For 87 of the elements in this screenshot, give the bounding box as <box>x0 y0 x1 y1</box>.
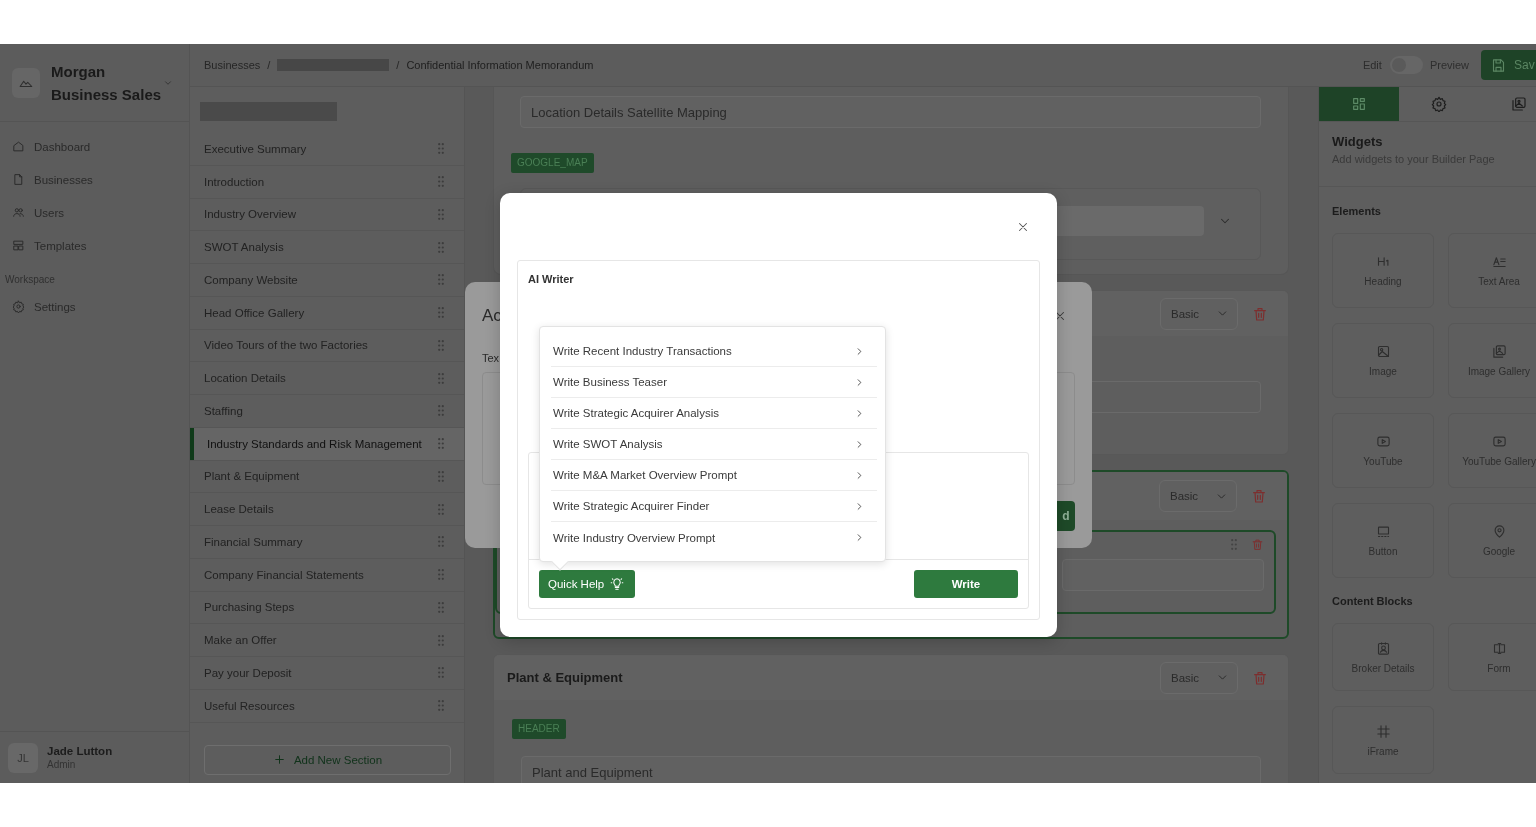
drag-handle-icon[interactable] <box>438 438 444 450</box>
section-item[interactable]: Purchasing Steps <box>190 591 464 625</box>
settings-icon <box>1431 96 1447 112</box>
prompt-menu-item[interactable]: Write SWOT Analysis <box>551 429 877 460</box>
card-title: AI Writer <box>528 273 574 285</box>
trash-icon <box>1251 488 1267 504</box>
drag-handle-icon[interactable] <box>438 208 444 220</box>
breadcrumb-current: Confidential Information Memorandum <box>406 59 594 71</box>
section-item[interactable]: Company Financial Statements <box>190 558 464 592</box>
section-item[interactable]: Lease Details <box>190 493 464 526</box>
section-item[interactable]: Financial Summary <box>190 526 464 559</box>
drag-handle-icon[interactable] <box>438 569 444 581</box>
play-icon <box>1375 434 1391 449</box>
drag-handle-icon[interactable] <box>438 372 444 384</box>
save-button[interactable]: Sav <box>1481 50 1536 80</box>
section-item[interactable]: Company Website <box>190 264 464 297</box>
drag-handle-icon[interactable] <box>438 700 444 712</box>
section-item[interactable]: Useful Resources <box>190 689 464 723</box>
form-field-icon <box>1491 640 1507 656</box>
chevron-right-icon <box>854 500 865 512</box>
document-icon <box>12 173 25 186</box>
prompt-menu-item[interactable]: Write M&A Market Overview Prompt <box>551 460 877 491</box>
grid-icon <box>1351 96 1367 112</box>
button-shape-icon <box>1375 524 1391 539</box>
images-icon <box>1491 344 1507 359</box>
write-button[interactable]: Write <box>914 570 1018 598</box>
section-item[interactable]: SWOT Analysis <box>190 231 464 264</box>
group-heading: Elements <box>1331 204 1382 219</box>
section-item[interactable]: Executive Summary <box>190 133 464 166</box>
section-item[interactable]: Industry Overview <box>190 198 464 232</box>
drag-handle-icon[interactable] <box>438 339 444 351</box>
drag-handle-icon[interactable] <box>438 601 444 613</box>
trash-icon <box>1252 305 1268 322</box>
breadcrumb-separator: / <box>267 59 271 71</box>
prompt-menu-item[interactable]: Write Strategic Acquirer Finder <box>551 491 877 522</box>
drag-handle-icon[interactable] <box>1231 539 1237 550</box>
users-icon <box>12 206 25 219</box>
plus-icon <box>272 753 286 766</box>
prompt-menu-item[interactable]: Write Recent Industry Transactions <box>551 336 877 367</box>
drag-handle-icon[interactable] <box>438 274 444 286</box>
prompt-menu-item[interactable]: Write Industry Overview Prompt <box>551 522 877 553</box>
close-icon <box>1016 220 1030 234</box>
quick-help-button[interactable]: Quick Help <box>539 570 635 598</box>
group-heading: Content Blocks <box>1331 594 1414 609</box>
layout-icon <box>12 239 25 252</box>
prompt-menu-item[interactable]: Write Strategic Acquirer Analysis <box>551 398 877 429</box>
drag-handle-icon[interactable] <box>438 307 444 319</box>
play-icon <box>1491 434 1507 449</box>
section-item[interactable]: Industry Standards and Risk Management <box>190 427 464 461</box>
section-item[interactable]: Head Office Gallery <box>190 296 464 330</box>
drag-handle-icon[interactable] <box>438 405 444 417</box>
section-title: Plant & Equipment <box>507 670 623 685</box>
heading-icon <box>1375 254 1391 269</box>
field-label: Tex <box>482 352 500 364</box>
drag-handle-icon[interactable] <box>438 143 444 155</box>
drag-handle-icon[interactable] <box>438 176 444 188</box>
drag-handle-icon[interactable] <box>438 667 444 679</box>
panel-tab[interactable] <box>1319 87 1399 121</box>
drag-handle-icon[interactable] <box>438 536 444 548</box>
drag-handle-icon[interactable] <box>438 503 444 515</box>
add-section-button[interactable]: Add New Section <box>204 744 451 775</box>
frame-grid-icon <box>1375 723 1391 739</box>
lightbulb-icon <box>610 577 625 591</box>
trash-icon <box>1251 538 1264 551</box>
confirm-button[interactable]: d <box>1057 501 1075 531</box>
text-lines-icon <box>1491 254 1507 269</box>
brand-name: Morgan Business Sales <box>51 61 163 105</box>
section-item[interactable]: Location Details <box>190 362 464 395</box>
section-item[interactable]: Make an Offer <box>190 624 464 657</box>
image-icon <box>1375 344 1391 359</box>
contact-card-icon <box>1375 640 1391 656</box>
panel-title: Widgets <box>1332 134 1384 149</box>
drag-handle-icon[interactable] <box>438 241 444 253</box>
drag-handle-icon[interactable] <box>438 634 444 646</box>
section-item[interactable]: Plant & Equipment <box>190 460 464 494</box>
breadcrumb-separator: / <box>396 59 400 71</box>
house-icon <box>12 140 25 153</box>
settings-icon <box>12 300 25 313</box>
trash-icon <box>1252 669 1268 686</box>
section-item[interactable]: Video Tours of the two Factories <box>190 329 464 363</box>
section-item[interactable]: Staffing <box>190 395 464 428</box>
drag-handle-icon[interactable] <box>438 470 444 482</box>
prompt-menu-item[interactable]: Write Business Teaser <box>551 367 877 398</box>
images-icon <box>1511 96 1527 112</box>
section-item[interactable]: Introduction <box>190 165 464 199</box>
section-item[interactable]: Pay your Deposit <box>190 657 464 690</box>
user-name: Jade Lutton <box>47 745 113 757</box>
